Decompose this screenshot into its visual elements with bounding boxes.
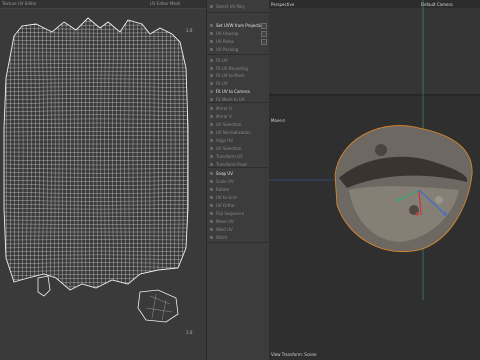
menu-item[interactable]: UV Normalization (207, 129, 269, 136)
menu-item-icon (210, 147, 213, 150)
menu-item-icon (210, 98, 213, 101)
uv-wireframe[interactable] (0, 8, 206, 360)
menu-item-label: Move UV (216, 219, 234, 224)
menu-item-label: UV to Grid (216, 195, 237, 200)
menu-item[interactable]: Fit UV to Mesh (207, 72, 269, 79)
menu-item[interactable]: UV Packing (207, 46, 269, 53)
menu-item-label: Mirror U (216, 106, 232, 111)
menu-item[interactable]: Flip Sequence (207, 210, 269, 217)
menu-item-icon (210, 163, 213, 166)
menu-item-label: Set UVW from Projection (216, 23, 266, 28)
menu-item-icon (210, 67, 213, 70)
menu-item-icon (210, 139, 213, 142)
menu-item-icon (210, 48, 213, 51)
menu-item-label: UV Relax (216, 39, 234, 44)
menu-item[interactable]: Fit UV (207, 80, 269, 87)
menu-item-icon (210, 59, 213, 62)
menu-separator (207, 54, 269, 55)
menu-item-icon (210, 115, 213, 118)
menu-item-label: Align UV (216, 138, 233, 143)
menu-item-label: UV Selection (216, 122, 242, 127)
menu-item-label: Snap UV (216, 171, 233, 176)
menu-item[interactable]: Scale UV (207, 178, 269, 185)
menu-item-label: UV Selection (216, 146, 242, 151)
menu-item-icon (210, 220, 213, 223)
menu-item-label: Fit UV to Camera (216, 89, 250, 94)
menu-item[interactable]: Transform UV (207, 153, 269, 160)
menu-separator (207, 102, 269, 103)
menu-item-icon (210, 5, 213, 8)
menu-item[interactable]: UV Selection (207, 145, 269, 152)
menu-item-label: UV Packing (216, 47, 239, 52)
menu-item-label: Fit UV (216, 58, 228, 63)
menu-item-icon (210, 131, 213, 134)
menu-item-icon (210, 180, 213, 183)
menu-item-icon (210, 32, 213, 35)
uv-tick-bottom: 1.0 (186, 330, 193, 335)
menu-item-label: UV Normalization (216, 130, 251, 135)
menu-item[interactable]: UV to Grid (207, 194, 269, 201)
menu-item[interactable]: Mirror U (207, 105, 269, 112)
menu-item-icon (210, 228, 213, 231)
uv-command-menu: Select UV Poly Set UVW from Projection UV … (206, 0, 270, 360)
menu-item[interactable]: Set UVW from Projection (207, 22, 269, 29)
menu-item-icon (210, 196, 213, 199)
viewport-3d[interactable]: Perspective Default Camera Move ⚙ View T… (269, 0, 480, 360)
menu-item-icon (210, 155, 213, 158)
menu-separator (207, 167, 269, 168)
menu-item-label: Stitch (216, 235, 228, 240)
uv-editor-panel[interactable]: Texture UV Editor UV Editor Mesh 1.0 1.0 (0, 0, 206, 360)
menu-item-label: Mirror V (216, 114, 232, 119)
checkbox[interactable] (261, 31, 267, 37)
menu-item-icon (210, 82, 213, 85)
menu-item[interactable]: Rotate (207, 186, 269, 193)
menu-item-label: Rotate (216, 187, 230, 192)
menu-item-icon (210, 107, 213, 110)
menu-item-label: Fit UV to Mesh (216, 73, 245, 78)
uv-tab-right[interactable]: UV Editor Mesh (150, 1, 181, 6)
menu-item[interactable]: Fit UV to Camera (207, 88, 269, 95)
menu-item[interactable]: UV Unwrap (207, 30, 269, 37)
menu-item-label: UV Unwrap (216, 31, 239, 36)
menu-item-label: Select UV Poly (216, 4, 245, 9)
menu-item[interactable]: UV Selection (207, 121, 269, 128)
menu-item[interactable]: Select UV Poly (207, 3, 269, 10)
menu-item[interactable]: Stitch (207, 234, 269, 241)
menu-item-icon (210, 74, 213, 77)
menu-item[interactable]: Align UV (207, 137, 269, 144)
view-transform-label: View Transform: Scene (271, 352, 317, 357)
menu-item-icon (210, 172, 213, 175)
menu-item-icon (210, 204, 213, 207)
menu-item-icon (210, 188, 213, 191)
menu-item[interactable]: Fit UV Bounding (207, 65, 269, 72)
menu-item[interactable]: Move UV (207, 218, 269, 225)
menu-item-label: Flip Sequence (216, 211, 245, 216)
menu-item[interactable]: Mirror V (207, 113, 269, 120)
uv-tab-left[interactable]: Texture UV Editor (2, 1, 37, 6)
menu-separator (207, 242, 269, 243)
menu-item[interactable]: UV Ortho (207, 202, 269, 209)
menu-item-label: UV Ortho (216, 203, 235, 208)
menu-item-label: Transform UV (216, 154, 243, 159)
menu-item[interactable]: Fit UV (207, 57, 269, 64)
uv-tick-top: 1.0 (186, 28, 193, 33)
checkbox[interactable] (261, 39, 267, 45)
checkbox[interactable] (261, 23, 267, 29)
menu-item-icon (210, 212, 213, 215)
menu-item-label: Scale UV (216, 179, 234, 184)
menu-item[interactable]: Weld UV (207, 226, 269, 233)
menu-item-icon (210, 123, 213, 126)
menu-item-icon (210, 236, 213, 239)
menu-item-label: Fit UV (216, 81, 228, 86)
menu-item-label: Fit UV Bounding (216, 66, 248, 71)
menu-separator (207, 12, 269, 13)
menu-item-icon (210, 40, 213, 43)
menu-item-label: Weld UV (216, 227, 233, 232)
menu-item[interactable]: UV Relax (207, 38, 269, 45)
menu-item-icon (210, 90, 213, 93)
viewport-scene (269, 0, 473, 300)
menu-item[interactable]: Snap UV (207, 170, 269, 177)
menu-item-icon (210, 24, 213, 27)
